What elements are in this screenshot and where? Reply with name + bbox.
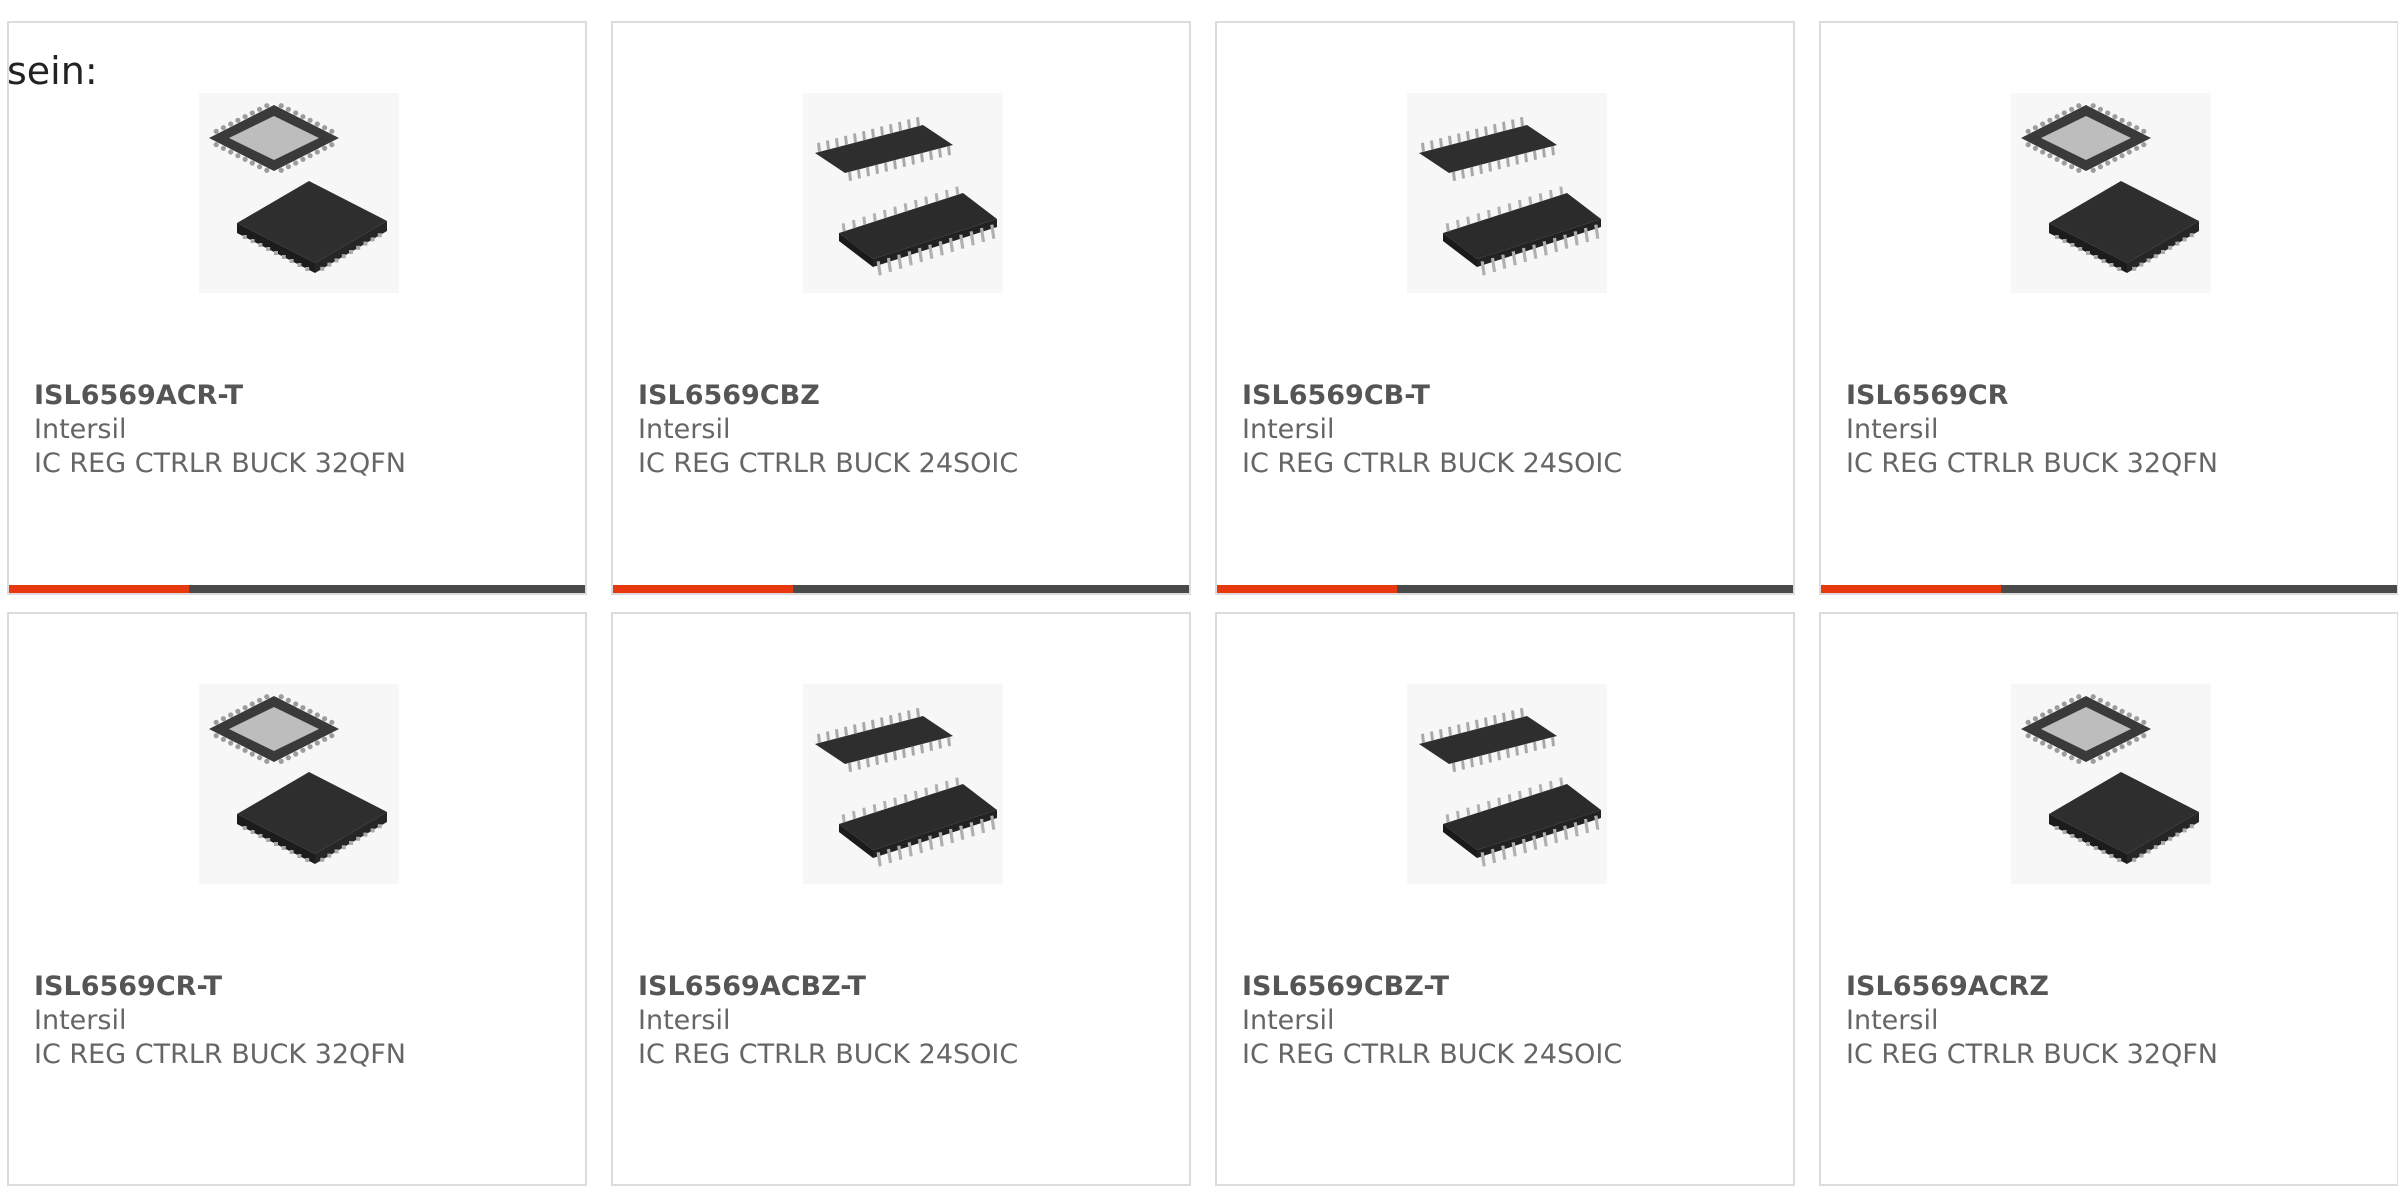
part-number[interactable]: ISL6569CB-T — [1242, 379, 1622, 413]
product-description: IC REG CTRLR BUCK 24SOIC — [1242, 448, 1623, 479]
part-number[interactable]: ISL6569CR-T — [34, 970, 406, 1004]
part-number[interactable]: ISL6569ACBZ-T — [638, 970, 1018, 1004]
product-card[interactable]: ISL6569ACBZ-T Intersil IC REG CTRLR BUCK… — [611, 612, 1191, 1186]
manufacturer: Intersil — [34, 414, 127, 445]
soic-chip-icon — [803, 684, 1003, 884]
part-number[interactable]: ISL6569CBZ-T — [1242, 970, 1622, 1004]
manufacturer: Intersil — [638, 414, 731, 445]
product-card[interactable]: ISL6569ACRZ Intersil IC REG CTRLR BUCK 3… — [1819, 612, 2398, 1186]
product-description: IC REG CTRLR BUCK 32QFN — [1846, 1039, 2218, 1070]
product-card[interactable]: ISL6569ACR-T Intersil IC REG CTRLR BUCK … — [7, 21, 587, 595]
product-description: IC REG CTRLR BUCK 32QFN — [34, 448, 406, 479]
part-number[interactable]: ISL6569CBZ — [638, 379, 1018, 413]
product-description: IC REG CTRLR BUCK 24SOIC — [638, 1039, 1019, 1070]
manufacturer: Intersil — [34, 1005, 127, 1036]
product-card[interactable]: ISL6569CB-T Intersil IC REG CTRLR BUCK 2… — [1215, 21, 1795, 595]
card-footer-bar — [1217, 585, 1793, 593]
product-description: IC REG CTRLR BUCK 24SOIC — [1242, 1039, 1623, 1070]
product-card[interactable]: ISL6569CBZ Intersil IC REG CTRLR BUCK 24… — [611, 21, 1191, 595]
soic-chip-icon — [1407, 684, 1607, 884]
product-description: IC REG CTRLR BUCK 32QFN — [1846, 448, 2218, 479]
soic-chip-icon — [1407, 93, 1607, 293]
manufacturer: Intersil — [1242, 414, 1335, 445]
card-accent-bar — [9, 585, 189, 593]
manufacturer: Intersil — [1242, 1005, 1335, 1036]
card-accent-bar — [613, 585, 793, 593]
product-description: IC REG CTRLR BUCK 24SOIC — [638, 448, 1019, 479]
part-number[interactable]: ISL6569ACRZ — [1846, 970, 2218, 1004]
product-card[interactable]: ISL6569CBZ-T Intersil IC REG CTRLR BUCK … — [1215, 612, 1795, 1186]
manufacturer: Intersil — [638, 1005, 731, 1036]
card-accent-bar — [1821, 585, 2001, 593]
card-footer-bar — [613, 585, 1189, 593]
card-footer-bar — [9, 585, 585, 593]
qfn-chip-icon — [2011, 93, 2211, 293]
part-number[interactable]: ISL6569CR — [1846, 379, 2218, 413]
manufacturer: Intersil — [1846, 1005, 1939, 1036]
qfn-chip-icon — [199, 684, 399, 884]
product-description: IC REG CTRLR BUCK 32QFN — [34, 1039, 406, 1070]
manufacturer: Intersil — [1846, 414, 1939, 445]
soic-chip-icon — [803, 93, 1003, 293]
card-footer-bar — [1821, 585, 2397, 593]
part-number[interactable]: ISL6569ACR-T — [34, 379, 406, 413]
qfn-chip-icon — [199, 93, 399, 293]
card-accent-bar — [1217, 585, 1397, 593]
intro-text: sein: — [7, 49, 98, 93]
qfn-chip-icon — [2011, 684, 2211, 884]
product-card[interactable]: ISL6569CR Intersil IC REG CTRLR BUCK 32Q… — [1819, 21, 2398, 595]
product-card[interactable]: ISL6569CR-T Intersil IC REG CTRLR BUCK 3… — [7, 612, 587, 1186]
